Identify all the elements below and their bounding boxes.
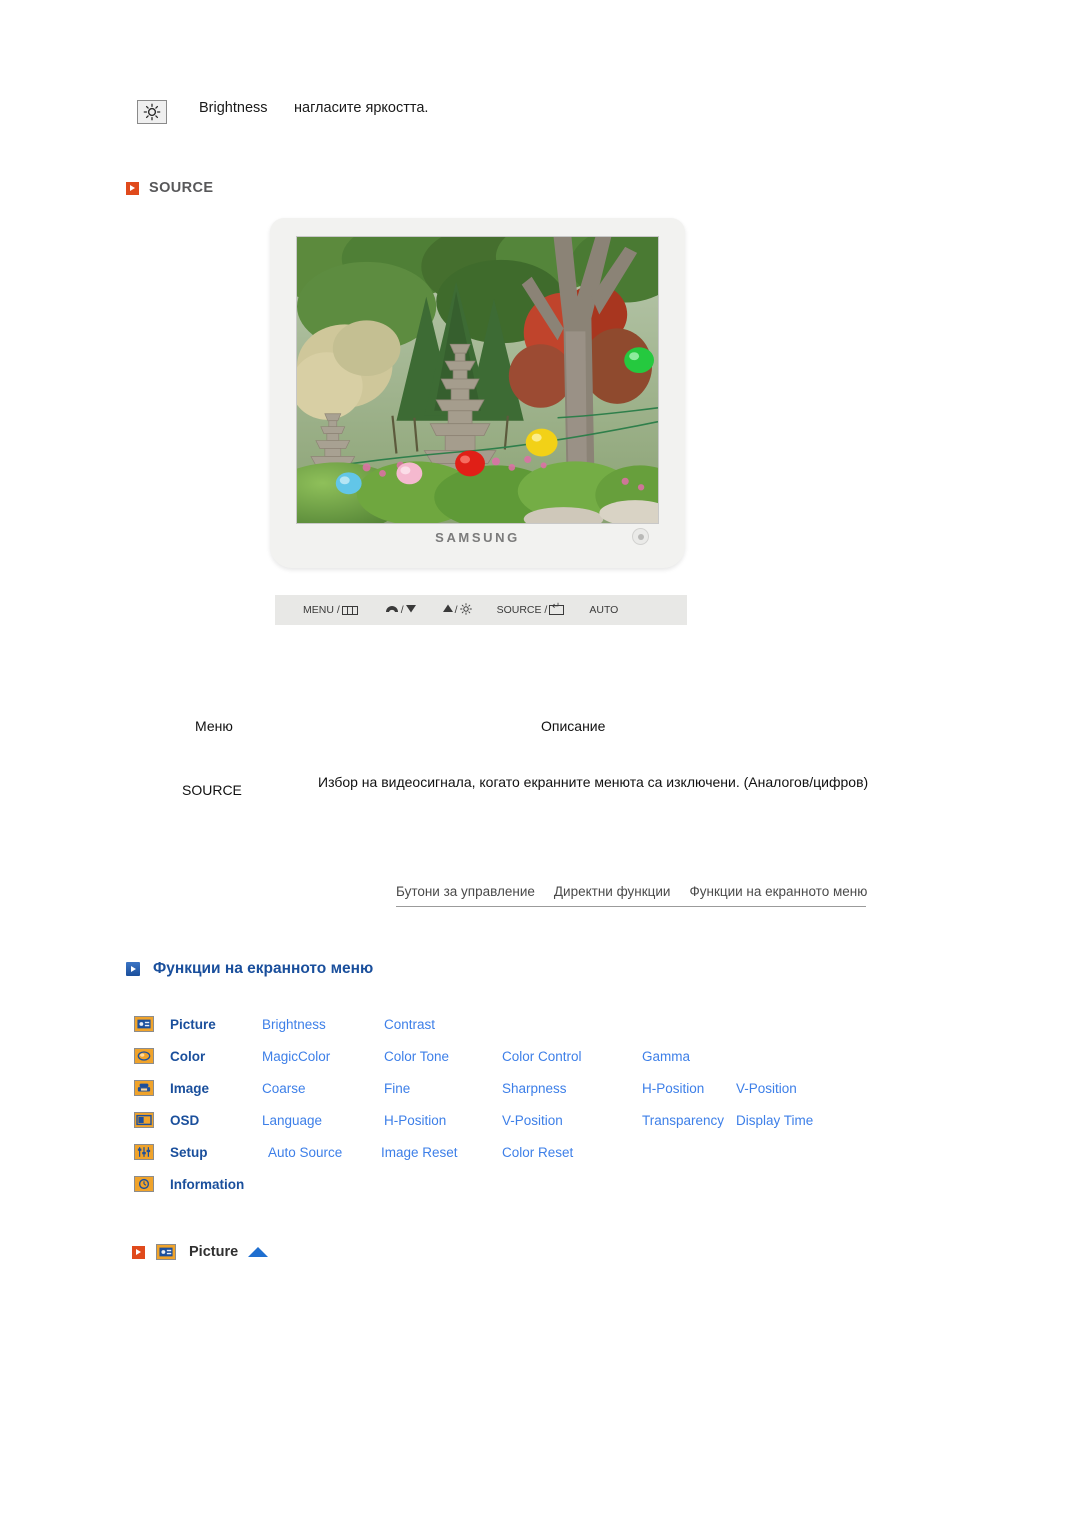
osd-item-v-position[interactable]: V-Position bbox=[502, 1113, 563, 1128]
control-auto-label: AUTO bbox=[589, 604, 619, 616]
osd-item-contrast[interactable]: Contrast bbox=[384, 1017, 435, 1032]
tab-direct-functions[interactable]: Директни функции bbox=[554, 884, 671, 899]
source-section-heading: SOURCE bbox=[126, 180, 213, 196]
tab-osd-functions[interactable]: Функции на екранното меню bbox=[689, 884, 867, 899]
down-triangle-icon bbox=[405, 604, 416, 616]
osd-item-transparency[interactable]: Transparency bbox=[642, 1113, 724, 1128]
monitor-body: SAMSUNG bbox=[270, 218, 685, 568]
osd-item-language[interactable]: Language bbox=[262, 1113, 322, 1128]
osd-item-display-time[interactable]: Display Time bbox=[736, 1113, 813, 1128]
monitor-illustration: SAMSUNG MENU / / / SOURCE / ↵ AUTO bbox=[270, 218, 690, 633]
row-menu-name: SOURCE bbox=[182, 782, 242, 798]
table-header-row: Меню Описание bbox=[182, 718, 882, 748]
osd-category-osd[interactable]: OSD bbox=[170, 1113, 199, 1128]
osd-functions-title: Функции на екранното меню bbox=[153, 960, 374, 977]
osd-item-color-reset[interactable]: Color Reset bbox=[502, 1145, 573, 1160]
osd-row-osd: OSD Language H-Position V-Position Trans… bbox=[134, 1104, 994, 1136]
menu-description-table: Меню Описание SOURCE Избор на видеосигна… bbox=[182, 718, 882, 798]
monitor-brand-label: SAMSUNG bbox=[435, 530, 520, 545]
picture-heading-title: Picture bbox=[189, 1244, 239, 1260]
osd-item-image-reset[interactable]: Image Reset bbox=[381, 1145, 458, 1160]
osd-item-color-tone[interactable]: Color Tone bbox=[384, 1049, 449, 1064]
osd-row-color: Color MagicColor Color Tone Color Contro… bbox=[134, 1040, 994, 1072]
osd-row-picture: Picture Brightness Contrast bbox=[134, 1008, 994, 1040]
row-description: Избор на видеосигнала, когато екранните … bbox=[318, 774, 869, 790]
information-icon bbox=[134, 1176, 154, 1192]
enter-return-icon bbox=[549, 602, 565, 615]
header-description: Описание bbox=[541, 718, 606, 734]
red-arrow-bullet-icon bbox=[126, 181, 139, 195]
osd-item-h-position[interactable]: H-Position bbox=[384, 1113, 446, 1128]
control-auto-button[interactable]: AUTO bbox=[589, 604, 618, 616]
osd-item-brightness[interactable]: Brightness bbox=[262, 1017, 326, 1032]
osd-category-information[interactable]: Information bbox=[170, 1177, 244, 1192]
control-down-label: / bbox=[400, 604, 404, 616]
picture-icon bbox=[134, 1016, 154, 1032]
osd-item-auto-source[interactable]: Auto Source bbox=[268, 1145, 342, 1160]
osd-category-image[interactable]: Image bbox=[170, 1081, 209, 1096]
brightness-label: Brightness bbox=[199, 100, 268, 116]
control-menu-label: MENU / bbox=[303, 604, 340, 616]
source-title: SOURCE bbox=[149, 180, 214, 196]
brightness-row: Brightness нагласите яркостта. bbox=[137, 100, 428, 124]
control-source-label: SOURCE / bbox=[496, 604, 548, 616]
osd-item-color-control[interactable]: Color Control bbox=[502, 1049, 582, 1064]
osd-item-gamma[interactable]: Gamma bbox=[642, 1049, 690, 1064]
osd-menu-icon bbox=[134, 1112, 154, 1128]
tab-bar: Бутони за управление Директни функции Фу… bbox=[396, 884, 867, 907]
up-triangle-icon bbox=[442, 604, 453, 616]
osd-item-sharpness[interactable]: Sharpness bbox=[502, 1081, 567, 1096]
brightness-sun-icon bbox=[137, 100, 167, 124]
osd-category-picture[interactable]: Picture bbox=[170, 1017, 216, 1032]
osd-item-fine[interactable]: Fine bbox=[384, 1081, 410, 1096]
osd-item-h-position[interactable]: H-Position bbox=[642, 1081, 704, 1096]
control-up-button[interactable]: / bbox=[441, 602, 474, 618]
blue-arrow-bullet-icon bbox=[126, 962, 140, 976]
red-arrow-bullet-icon bbox=[132, 1245, 145, 1259]
osd-row-information: Information bbox=[134, 1168, 994, 1200]
osd-category-color[interactable]: Color bbox=[170, 1049, 205, 1064]
osd-item-coarse[interactable]: Coarse bbox=[262, 1081, 306, 1096]
osd-row-setup: Setup Auto Source Image Reset Color Rese… bbox=[134, 1136, 994, 1168]
picture-icon bbox=[156, 1244, 176, 1260]
up-triangle-icon[interactable] bbox=[248, 1247, 269, 1257]
osd-functions-heading: Функции на екранното меню bbox=[126, 960, 373, 978]
osd-item-magiccolor[interactable]: MagicColor bbox=[262, 1049, 330, 1064]
setup-icon bbox=[134, 1144, 154, 1160]
menu-bars-icon bbox=[341, 605, 358, 615]
osd-item-v-position[interactable]: V-Position bbox=[736, 1081, 797, 1096]
brightness-description: нагласите яркостта. bbox=[294, 100, 429, 116]
control-menu-button[interactable]: MENU / bbox=[303, 604, 360, 616]
brightness-gauge-icon bbox=[385, 604, 399, 616]
control-source-button[interactable]: SOURCE / bbox=[496, 602, 567, 616]
tab-control-buttons[interactable]: Бутони за управление bbox=[396, 884, 535, 899]
color-icon bbox=[134, 1048, 154, 1064]
osd-row-image: Image Coarse Fine Sharpness H-Position V… bbox=[134, 1072, 994, 1104]
monitor-screen-photo bbox=[296, 236, 659, 524]
sun-icon bbox=[459, 602, 472, 618]
monitor-control-bar: MENU / / / SOURCE / ↵ AUTO bbox=[275, 595, 687, 625]
control-down-button[interactable]: / bbox=[383, 604, 418, 616]
image-icon bbox=[134, 1080, 154, 1096]
power-button[interactable] bbox=[632, 528, 649, 545]
header-menu: Меню bbox=[195, 718, 233, 734]
control-up-label: / bbox=[454, 604, 458, 616]
osd-function-table: Picture Brightness Contrast Color MagicC… bbox=[134, 1008, 994, 1200]
osd-category-setup[interactable]: Setup bbox=[170, 1145, 208, 1160]
picture-section-heading: Picture bbox=[132, 1244, 269, 1260]
